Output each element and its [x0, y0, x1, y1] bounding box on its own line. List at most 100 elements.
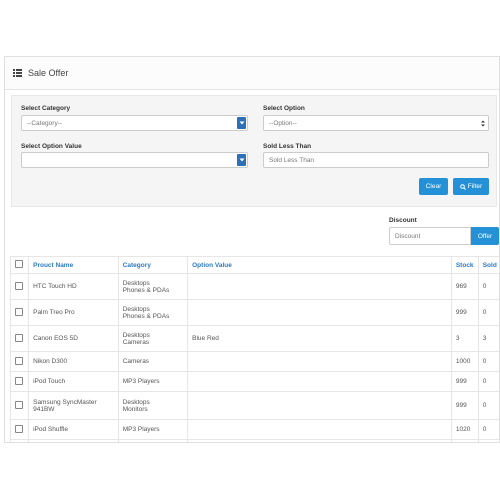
stock-cell: 3	[450, 325, 479, 352]
option-value-cell	[187, 391, 452, 420]
stock-cell: 969	[450, 273, 479, 300]
sold-cell: 0	[477, 273, 499, 300]
sold-less-placeholder: Sold Less Than	[269, 156, 315, 164]
category-select[interactable]: --Category--	[21, 115, 248, 131]
table-row[interactable]: Samsung SyncMaster 941BW Desktops Monitors 9…	[9, 391, 499, 420]
row-checkbox[interactable]	[15, 356, 23, 365]
table-row[interactable]: Canon EOS 5D Desktops Cameras Blue Red 3 3	[9, 325, 499, 352]
sold-cell: 0	[477, 351, 499, 372]
row-select-cell	[9, 325, 30, 352]
table-row[interactable]: Nikon D300 Cameras 1000 0	[9, 351, 499, 372]
stock-cell: 999	[450, 299, 479, 326]
category-label: Select Category	[21, 105, 71, 112]
option-value-cell	[187, 371, 452, 392]
product-name-cell-line: 941BW	[33, 405, 55, 413]
stock-cell: 999	[450, 371, 479, 392]
select-all-checkbox[interactable]	[15, 260, 23, 268]
row-checkbox[interactable]	[15, 400, 23, 409]
category-cell: Desktops Monitors	[117, 391, 189, 420]
category-cell-line: Phones & PDAs	[122, 312, 170, 320]
category-cell: Desktops	[117, 439, 189, 442]
col-option-value[interactable]: Option Value	[187, 256, 452, 274]
option-select-value: --Option--	[269, 119, 297, 127]
option-select[interactable]: --Option--	[263, 115, 489, 131]
row-checkbox[interactable]	[15, 376, 23, 385]
panel-heading: Sale Offer	[5, 57, 499, 90]
sold-cell: 3	[477, 325, 499, 352]
product-name-cell: Canon EOS 5D	[28, 325, 119, 352]
category-select-value: --Category--	[27, 119, 63, 127]
offer-button-label: Offer	[477, 232, 493, 240]
sold-less-input[interactable]: Sold Less Than	[263, 152, 489, 168]
row-select-cell	[9, 351, 30, 372]
filter-button-label: Filter	[467, 183, 483, 190]
clear-button[interactable]: Clear	[419, 178, 448, 195]
table-row[interactable]: Palm Treo Pro Desktops Phones & PDAs 999 0	[9, 299, 499, 326]
product-name-cell: Product 8	[28, 439, 119, 442]
product-name-cell-line: HTC Touch HD	[33, 283, 77, 290]
category-cell: Desktops Phones & PDAs	[117, 273, 189, 300]
sale-offer-panel: Sale Offer Select Category --Category-- …	[4, 56, 500, 443]
category-cell-line: MP3 Players	[122, 378, 160, 385]
row-select-cell	[9, 439, 30, 442]
category-cell-line: Desktops	[122, 279, 150, 287]
discount-input[interactable]: Discount	[389, 227, 471, 245]
category-cell: Cameras	[117, 351, 189, 372]
select-all-cell	[9, 256, 30, 274]
row-select-cell	[9, 419, 30, 440]
row-select-cell	[9, 299, 30, 326]
option-value-cell	[187, 351, 452, 372]
product-name-cell: iPod Touch	[28, 371, 119, 392]
stock-cell: 999	[450, 391, 479, 420]
discount-placeholder: Discount	[395, 232, 421, 240]
option-value-cell	[187, 419, 452, 440]
stock-cell: 1000	[450, 351, 479, 372]
offer-button[interactable]: Offer	[471, 227, 499, 245]
col-stock[interactable]: Stock	[450, 256, 479, 274]
caret-icon	[480, 120, 486, 127]
row-checkbox[interactable]	[15, 307, 23, 316]
table-row[interactable]: iPod Shuffle MP3 Players 1020 0	[9, 419, 499, 440]
sold-cell: 0	[477, 391, 499, 420]
product-name-cell-line: iPod Shuffle	[33, 426, 69, 433]
option-value-cell	[187, 273, 452, 300]
row-checkbox[interactable]	[15, 333, 23, 342]
filter-button[interactable]: Filter	[453, 178, 489, 195]
category-cell: Desktops Cameras	[117, 325, 189, 352]
col-sold[interactable]: Sold	[477, 256, 499, 274]
category-cell: Desktops Phones & PDAs	[117, 299, 189, 326]
panel-title: Sale Offer	[28, 68, 69, 78]
row-select-cell	[9, 391, 30, 420]
category-cell-line: MP3 Players	[122, 426, 160, 433]
category-cell-line: Phones & PDAs	[122, 286, 170, 294]
table-row[interactable]: HTC Touch HD Desktops Phones & PDAs 969 0	[9, 273, 499, 300]
filter-box: Select Category --Category-- Select Opti…	[11, 95, 497, 207]
category-cell-line: Cameras	[122, 338, 150, 346]
list-icon	[13, 69, 22, 77]
col-category[interactable]: Category	[117, 256, 189, 274]
product-name-cell-line: Palm Treo Pro	[33, 309, 75, 316]
category-cell: MP3 Players	[117, 371, 189, 392]
table-row[interactable]: Product 8DesktopsSmall Medium Large10000	[9, 439, 499, 442]
option-value-label: Select Option Value	[21, 143, 82, 150]
stock-cell: 1020	[450, 419, 479, 440]
product-name-cell-line: iPod Touch	[33, 378, 66, 385]
caret-icon	[237, 117, 246, 129]
option-value-cell	[187, 299, 452, 326]
col-product-name[interactable]: Prouct Name	[28, 256, 119, 274]
option-value-cell: Blue Red	[187, 325, 452, 352]
product-name-cell-line: Samsung SyncMaster	[33, 398, 97, 406]
category-cell-line: Desktops	[122, 305, 150, 313]
category-cell-line: Desktops	[122, 331, 150, 339]
discount-label: Discount	[389, 217, 417, 224]
stock-cell: 1000	[450, 439, 479, 442]
category-cell: MP3 Players	[117, 419, 189, 440]
product-name-cell-line: Canon EOS 5D	[33, 335, 78, 342]
option-value-select[interactable]	[21, 152, 248, 168]
table-row[interactable]: iPod Touch MP3 Players 999 0	[9, 371, 499, 392]
clear-button-label: Clear	[425, 183, 442, 190]
row-checkbox[interactable]	[15, 424, 23, 433]
row-checkbox[interactable]	[15, 281, 23, 290]
product-name-cell-line: Nikon D300	[33, 358, 68, 365]
product-table: Prouct Name Category Option Value Stock …	[9, 256, 499, 442]
